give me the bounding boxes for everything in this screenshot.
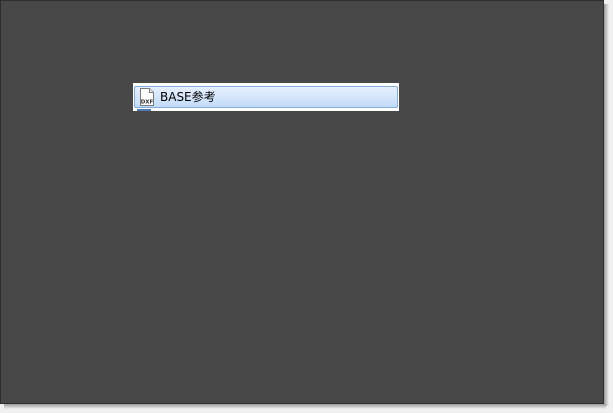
dxf-icon-text: DXF [141,100,154,106]
canvas-shadow-right [604,4,609,406]
canvas-shadow-bottom [4,404,606,409]
dark-canvas-area [0,0,604,404]
next-list-item-icon-peek [137,109,151,111]
file-name-label: BASE参考 [160,90,216,104]
file-list-item-selected[interactable]: DXF BASE参考 [134,86,398,108]
file-list: DXF BASE参考 [133,83,399,111]
dxf-file-icon: DXF [140,88,154,106]
